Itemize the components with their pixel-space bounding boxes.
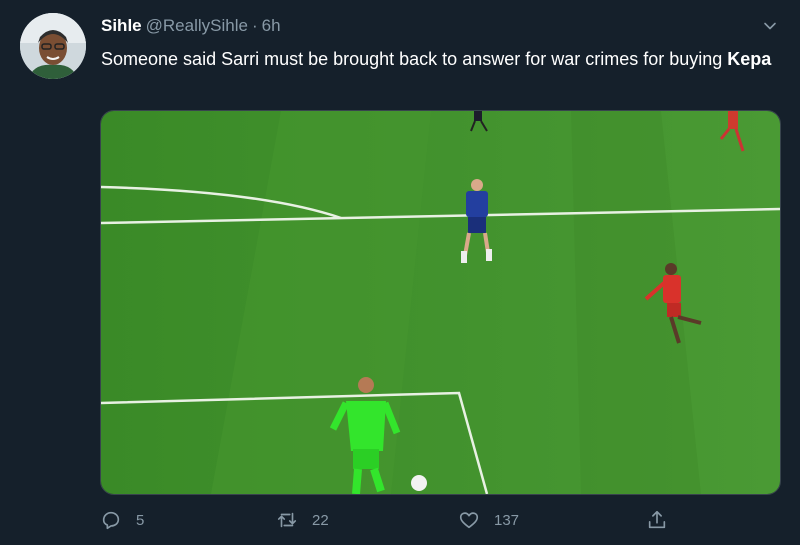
tweet-text-main: Someone said Sarri must be brought back … — [101, 49, 728, 69]
football — [411, 475, 427, 491]
tweet-header: Sihle @ReallySihle · 6h — [101, 16, 281, 36]
share-icon — [648, 510, 666, 529]
chevron-down-icon[interactable] — [762, 18, 778, 34]
avatar-image — [20, 13, 86, 79]
reply-count: 5 — [136, 511, 145, 529]
tweet-text: Someone said Sarri must be brought back … — [101, 45, 781, 73]
football-pitch-image — [101, 111, 780, 494]
reply-button[interactable]: 5 — [100, 505, 144, 535]
retweet-icon — [277, 512, 297, 528]
like-count: 137 — [494, 511, 520, 529]
tweet-actions: 5 22 137 — [100, 505, 680, 535]
retweet-count: 22 — [312, 511, 329, 529]
share-button[interactable] — [646, 505, 668, 535]
author-name[interactable]: Sihle — [101, 16, 142, 35]
author-handle[interactable]: @ReallySihle — [146, 16, 248, 35]
tweet-media[interactable] — [100, 110, 781, 495]
tweet-time[interactable]: 6h — [262, 16, 281, 35]
avatar[interactable] — [20, 13, 86, 79]
heart-icon — [459, 512, 479, 529]
tweet-text-bold: Kepa — [727, 49, 772, 69]
like-button[interactable]: 137 — [458, 505, 519, 535]
reply-icon — [102, 511, 120, 530]
separator-dot: · — [251, 16, 258, 35]
retweet-button[interactable]: 22 — [276, 505, 329, 535]
